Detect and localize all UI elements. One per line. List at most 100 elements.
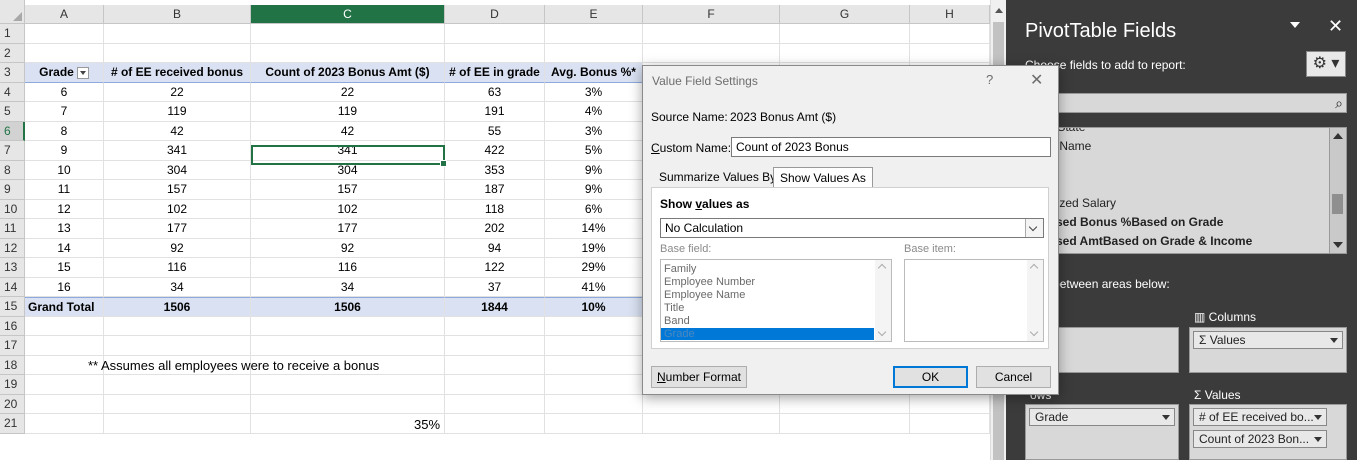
column-header-e[interactable]: E: [545, 5, 643, 24]
base-item-scrollbar[interactable]: [1027, 260, 1043, 341]
chevron-down-icon[interactable]: [1330, 338, 1338, 343]
tab-summarize-values-by[interactable]: Summarize Values By: [653, 167, 782, 187]
cell[interactable]: [445, 24, 545, 44]
pivot-value-cell[interactable]: 12: [25, 199, 104, 219]
filter-dropdown-icon[interactable]: [76, 66, 89, 79]
pivot-value-cell[interactable]: 92: [104, 238, 251, 258]
cell[interactable]: [545, 414, 643, 434]
pivot-value-cell[interactable]: 122: [445, 258, 545, 278]
row-header-11[interactable]: 11: [0, 219, 25, 239]
pivot-value-cell[interactable]: 7: [25, 102, 104, 122]
cell[interactable]: [545, 24, 643, 44]
cell[interactable]: [104, 336, 251, 356]
scroll-down-icon[interactable]: [1333, 242, 1343, 248]
cell[interactable]: [780, 43, 910, 63]
field-list-item[interactable]: oposed Bonus %Based on Grade: [1034, 215, 1223, 229]
pivot-value-cell[interactable]: 5%: [545, 141, 643, 161]
pivot-value-cell[interactable]: 304: [104, 160, 251, 180]
pivot-value-cell[interactable]: 119: [104, 102, 251, 122]
cell[interactable]: [25, 375, 104, 395]
pivot-value-cell[interactable]: 9%: [545, 180, 643, 200]
help-icon[interactable]: ?: [986, 72, 993, 87]
field-search-input[interactable]: ⌕: [1025, 93, 1347, 113]
pivot-value-cell[interactable]: 304: [251, 160, 445, 180]
scroll-thumb[interactable]: [1332, 194, 1343, 214]
row-header-16[interactable]: 16: [0, 316, 25, 336]
cell[interactable]: [545, 375, 643, 395]
cell[interactable]: [104, 375, 251, 395]
row-header-4[interactable]: 4: [0, 82, 25, 102]
cell[interactable]: [545, 394, 643, 414]
rows-area[interactable]: Grade: [1025, 404, 1179, 460]
pivot-value-cell[interactable]: 14%: [545, 219, 643, 239]
pivot-value-cell[interactable]: 37: [445, 277, 545, 297]
pivot-value-cell[interactable]: 177: [251, 219, 445, 239]
pivot-value-cell[interactable]: 341: [251, 141, 445, 161]
cell[interactable]: [251, 43, 445, 63]
cell[interactable]: [545, 336, 643, 356]
pivot-value-cell[interactable]: 55: [445, 121, 545, 141]
scroll-up-icon[interactable]: [1029, 263, 1039, 273]
row-header-8[interactable]: 8: [0, 160, 25, 180]
cell[interactable]: [104, 24, 251, 44]
cell[interactable]: [643, 43, 780, 63]
row-header-13[interactable]: 13: [0, 258, 25, 278]
base-field-item[interactable]: Employee Number: [664, 276, 755, 288]
cell[interactable]: [780, 24, 910, 44]
pivot-value-cell[interactable]: 116: [104, 258, 251, 278]
values-chip-ee-received[interactable]: # of EE received bo...: [1193, 408, 1327, 426]
pivot-value-cell[interactable]: 63: [445, 82, 545, 102]
cell[interactable]: [910, 24, 990, 44]
pivot-value-cell[interactable]: 3%: [545, 82, 643, 102]
cell[interactable]: [251, 316, 445, 336]
cell[interactable]: [25, 24, 104, 44]
cell[interactable]: [445, 375, 545, 395]
cell[interactable]: [251, 336, 445, 356]
column-header-g[interactable]: G: [780, 5, 910, 24]
values-area[interactable]: # of EE received bo... Count of 2023 Bon…: [1189, 404, 1347, 460]
pivot-header-cell[interactable]: Avg. Bonus %*: [545, 63, 643, 83]
field-list[interactable]: ...nt Stateyroll Namesisarynualized Sala…: [1025, 127, 1347, 254]
chevron-down-icon[interactable]: [1314, 437, 1322, 442]
column-header-c[interactable]: C: [251, 5, 445, 24]
row-header-15[interactable]: 15: [0, 297, 25, 317]
scroll-down-icon[interactable]: [1029, 327, 1039, 337]
cell[interactable]: [25, 336, 104, 356]
pivot-value-cell[interactable]: 118: [445, 199, 545, 219]
column-header-a[interactable]: A: [25, 5, 104, 24]
cell[interactable]: [25, 394, 104, 414]
chevron-down-icon[interactable]: [1025, 219, 1043, 237]
cell[interactable]: [104, 394, 251, 414]
cell[interactable]: [445, 394, 545, 414]
cell[interactable]: [780, 414, 910, 434]
cell[interactable]: [104, 316, 251, 336]
cell[interactable]: [545, 43, 643, 63]
row-header-20[interactable]: 20: [0, 394, 25, 414]
pivot-value-cell[interactable]: 157: [104, 180, 251, 200]
row-header-10[interactable]: 10: [0, 199, 25, 219]
number-format-button[interactable]: Number Format: [651, 366, 747, 388]
pivot-value-cell[interactable]: 353: [445, 160, 545, 180]
pivot-value-cell[interactable]: 22: [104, 82, 251, 102]
cell[interactable]: [643, 414, 780, 434]
row-header-14[interactable]: 14: [0, 277, 25, 297]
cell[interactable]: [910, 43, 990, 63]
rows-grade-chip[interactable]: Grade: [1029, 408, 1175, 426]
pivot-value-cell[interactable]: 34: [251, 277, 445, 297]
row-header-5[interactable]: 5: [0, 102, 25, 122]
show-values-as-select[interactable]: No Calculation: [660, 218, 1044, 238]
pivot-value-cell[interactable]: 187: [445, 180, 545, 200]
base-field-list[interactable]: Family Employee Number Employee Name Title B…: [660, 259, 892, 342]
pivot-value-cell[interactable]: 3%: [545, 121, 643, 141]
pivot-value-cell[interactable]: 341: [104, 141, 251, 161]
base-field-item[interactable]: Employee Name: [664, 289, 745, 301]
pivot-header-cell[interactable]: # of EE in grade: [445, 63, 545, 83]
cell[interactable]: [104, 43, 251, 63]
columns-values-chip[interactable]: Σ Values: [1193, 331, 1343, 349]
pivot-value-cell[interactable]: 19%: [545, 238, 643, 258]
pivot-value-cell[interactable]: 13: [25, 219, 104, 239]
pivot-value-cell[interactable]: 94: [445, 238, 545, 258]
pivot-value-cell[interactable]: 10: [25, 160, 104, 180]
base-field-scrollbar[interactable]: [875, 260, 891, 341]
ok-button[interactable]: OK: [893, 366, 968, 388]
